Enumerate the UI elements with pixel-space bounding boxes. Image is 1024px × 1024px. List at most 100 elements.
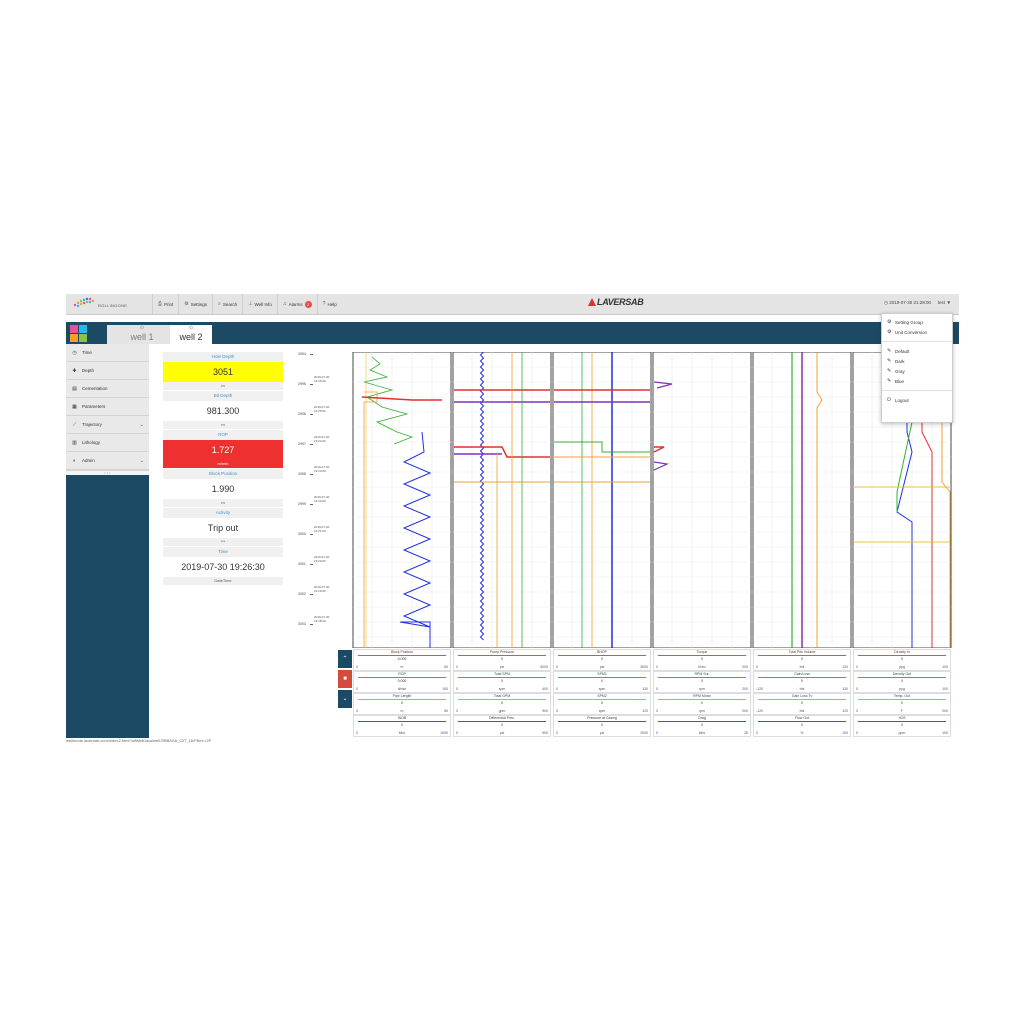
curve-unit: ft/min — [397, 687, 407, 691]
legend-cell-block-position[interactable]: Block Position 0.000 0 m 50 — [353, 649, 451, 671]
legend-cell-gain-loss[interactable]: Gain/Loss 0 -120 bbl 120 — [753, 671, 851, 693]
legend-cell-rpm-motor[interactable]: RPM Motor 0 0 rpm 200 — [653, 693, 751, 715]
curve-name: Total GPM — [493, 694, 511, 698]
legend-cell-drag[interactable]: Drag 0 0 klbs 25 — [653, 715, 751, 737]
sidebar-item-trajectory[interactable]: ⟋ Trajectory ⌄ — [66, 416, 149, 434]
user-menu[interactable]: test — [938, 300, 945, 305]
legend-cell-density-in[interactable]: Density In 0 0 ppg 100 — [853, 649, 951, 671]
legend-cell-wob[interactable]: WOB 0 0 klbs 1000 — [353, 715, 451, 737]
curve-unit: spm — [498, 687, 506, 691]
database-icon: ▤ — [72, 385, 77, 392]
theme-gray[interactable]: ✎ Gray — [882, 366, 952, 376]
sidebar-item-label: Depth — [82, 368, 95, 373]
legend-cell-rpm-sur-[interactable]: RPM Sur. 0 0 rpm 200 — [653, 671, 751, 693]
menu-search[interactable]: ⌕ Search — [212, 294, 242, 314]
chevron-down-icon[interactable]: ⌄ — [338, 690, 352, 708]
legend-column: Torque 0 0 kNm 200 RPM Sur. 0 0 rpm 200 RPM Motor 0… — [653, 649, 751, 737]
depth-tick-label: 2996 — [298, 412, 306, 416]
dropdown-item-label: Setting Group — [895, 319, 923, 325]
theme-dark[interactable]: ✎ Dark — [882, 356, 952, 366]
brush-icon: ✎ — [887, 358, 892, 364]
brush-icon: ✎ — [887, 368, 892, 374]
curve-value: 0 — [901, 722, 903, 727]
curve-name: Total SPM — [494, 672, 510, 676]
legend-cell-total-gpm[interactable]: Total GPM 0 0 gpm 900 — [453, 693, 551, 715]
menu-label: Settings — [190, 301, 208, 307]
readout-unit-hole-depth: m — [163, 382, 283, 390]
apps-grid-icon[interactable] — [70, 325, 87, 342]
curve-value: 0 — [501, 722, 503, 727]
sidebar-item-depth[interactable]: ✚ Depth — [66, 362, 149, 380]
legend-cell-total-spm[interactable]: Total SPM 0 0 spm 400 — [453, 671, 551, 693]
sidebar-item-admin[interactable]: ◐ Admin ⌄ — [66, 452, 149, 470]
readout-label-time: Time — [163, 547, 283, 557]
log-tracks[interactable] — [352, 352, 952, 648]
menu-print[interactable]: ⎙ Print — [152, 294, 178, 314]
chevron-down-icon[interactable]: ⌄ — [140, 422, 144, 428]
curve-unit: klbs — [698, 731, 706, 735]
stop-icon[interactable]: ■ — [338, 670, 352, 688]
legend-cell-pipe-length[interactable]: Pipe Length 0 0 m 50 — [353, 693, 451, 715]
menu-label: Well Info — [254, 301, 272, 307]
curve-unit: m — [400, 709, 404, 713]
menu-well-info[interactable]: ⊥ Well Info — [242, 294, 277, 314]
legend-cell-pressure-at-casing[interactable]: Pressure at Casing 0 0 psi 2000 — [553, 715, 651, 737]
menu-alarms[interactable]: ♫ Alarms 2 — [276, 294, 317, 314]
legend-cell-total-pits-volume[interactable]: Total Pits Volume 0 0 bbl 120 — [753, 649, 851, 671]
legend-cell-rop[interactable]: ROP 0.000 0 ft/min 100 — [353, 671, 451, 693]
sidebar-item-parameters[interactable]: ▦ Parameters — [66, 398, 149, 416]
sidebar-item-cementation[interactable]: ▤ Cementation — [66, 380, 149, 398]
dropdown-item-label: Unit Conversion — [895, 329, 928, 335]
legend-cell-torque[interactable]: Torque 0 0 kNm 200 — [653, 649, 751, 671]
admin-icon: ◐ — [72, 457, 77, 464]
legend-cell-spm1[interactable]: SPM1 0 0 spm 120 — [553, 671, 651, 693]
time-tick-label: 2019-07-30 19:18:00 — [314, 615, 330, 623]
dropdown-unit-conversion[interactable]: ⚙ Unit Conversion — [882, 327, 952, 337]
legend-cell-flow-out[interactable]: Flow Out 0 0% 100 — [753, 715, 851, 737]
tick-mark — [310, 444, 313, 445]
legend-cell-pump-pressure[interactable]: Pump Pressure 0 0 psi 5000 — [453, 649, 551, 671]
curve-value: 0 — [401, 722, 403, 727]
curve-value: 0 — [801, 656, 803, 661]
menu-help[interactable]: ? Help — [316, 294, 342, 314]
depth-tick-label: 2994 — [298, 352, 306, 356]
app-logo[interactable]: ROLLINGONE — [72, 296, 150, 312]
tab-label: well 1 — [130, 332, 154, 342]
legend-cell-h2s[interactable]: H2S 0 0 ppm 100 — [853, 715, 951, 737]
scale-max: 900 — [542, 709, 548, 713]
legend-cell-bhop[interactable]: BHOP 0 0 psi 3000 — [553, 649, 651, 671]
dropdown-setting-group[interactable]: ⚙ Setting Group — [882, 317, 952, 327]
legend-cell-differential-pres-[interactable]: Differential Pres. 0 0 psi 900 — [453, 715, 551, 737]
tab-well-2[interactable]: ⊙ well 2 — [170, 325, 212, 344]
legend-cell-gain-loss-tv[interactable]: Gain Loss Tv 0 -120 bbl 120 — [753, 693, 851, 715]
readout-label-rop: ROP — [163, 430, 283, 440]
legend-cell-density-out[interactable]: Density Out 0 0 ppg 100 — [853, 671, 951, 693]
theme-blue[interactable]: ✎ Blue — [882, 376, 952, 386]
theme-default[interactable]: ✎ Default — [882, 346, 952, 356]
help-icon: ? — [322, 301, 326, 307]
scale-max: 25 — [744, 731, 748, 735]
depth-icon: ✚ — [72, 367, 77, 374]
chevron-up-icon[interactable]: ⌃ — [338, 650, 352, 668]
chevron-down-icon[interactable]: ⌄ — [140, 458, 144, 464]
curve-value: 0 — [701, 722, 703, 727]
caret-down-icon[interactable]: ▼ — [947, 300, 951, 305]
legend-cell-temp-out[interactable]: Temp. Out 0 0 F 200 — [853, 693, 951, 715]
tab-well-1[interactable]: ⊙ well 1 — [107, 325, 177, 344]
settings-icon: ⚙ — [887, 319, 892, 325]
sidebar-resize-handle[interactable]: • • • — [66, 470, 149, 475]
depth-tick-label: 3002 — [298, 592, 306, 596]
curve-value: 0.000 — [397, 656, 407, 661]
curve-value: 0 — [601, 656, 603, 661]
logout-item[interactable]: ⏻ Logout — [882, 395, 952, 405]
legend-cell-spm2[interactable]: SPM2 0 0 spm 120 — [553, 693, 651, 715]
theme-label: Dark — [895, 358, 905, 364]
theme-label: Blue — [895, 378, 905, 384]
sidebar-item-lithology[interactable]: ▥ Lithology — [66, 434, 149, 452]
sidebar-item-time[interactable]: ◷ Time — [66, 344, 149, 362]
menu-settings[interactable]: ⚙ Settings — [178, 294, 212, 314]
curve-unit: bbl — [799, 687, 805, 691]
well-info-icon: ⊥ — [248, 301, 253, 307]
top-bar: ROLLINGONE ⎙ Print ⚙ Settings ⌕ Search ⊥ Well I… — [66, 294, 959, 315]
legend-controls: ⌃ ■ ⌄ — [338, 650, 352, 730]
